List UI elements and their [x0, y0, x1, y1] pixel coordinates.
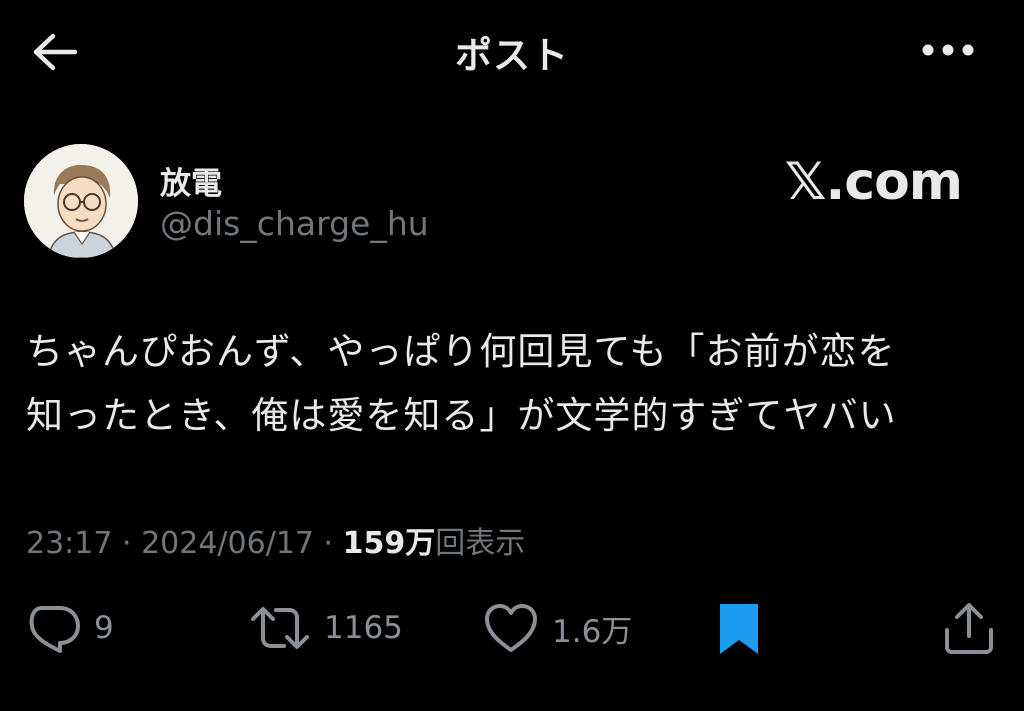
repost-icon	[251, 607, 309, 649]
tweet-text-line: 知ったとき、俺は愛を知る」が文学的すぎてヤバい	[26, 394, 897, 437]
tweet-date[interactable]: 2024/06/17	[141, 526, 314, 561]
reply-button[interactable]: 9	[24, 592, 114, 664]
like-count: 1.6万	[552, 613, 633, 650]
top-bar: ポスト	[0, 0, 1024, 100]
more-icon	[922, 44, 974, 56]
views-count[interactable]: 159万	[343, 526, 436, 561]
repost-count: 1165	[324, 610, 403, 646]
meta-separator: ·	[314, 526, 343, 561]
views-label: 回表示	[435, 526, 526, 561]
bookmark-button[interactable]	[714, 592, 764, 664]
like-icon	[485, 604, 537, 652]
author-display-name[interactable]: 放電	[160, 158, 222, 203]
share-button[interactable]	[940, 592, 998, 664]
repost-button[interactable]: 1165	[248, 592, 403, 664]
more-button[interactable]	[918, 30, 978, 70]
avatar-illustration	[24, 144, 138, 258]
bookmark-icon	[720, 604, 758, 654]
tweet-text-line: ちゃんぴおんず、やっぱり何回見ても「お前が恋を	[26, 330, 896, 373]
page-title: ポスト	[455, 34, 569, 77]
reply-count: 9	[94, 610, 114, 646]
author-handle[interactable]: @dis_charge_hu	[160, 204, 429, 243]
like-button[interactable]: 1.6万	[482, 592, 632, 664]
tweet-text: ちゃんぴおんず、やっぱり何回見ても「お前が恋を 知ったとき、俺は愛を知る」が文学…	[26, 320, 1006, 448]
x-com-watermark: 𝕏.com	[784, 152, 963, 212]
reply-icon	[29, 606, 80, 653]
action-bar: 9 1165 1.6万	[0, 592, 1024, 672]
tweet-time[interactable]: 23:17	[26, 526, 112, 561]
share-icon	[945, 603, 993, 654]
tweet-meta: 23:17 · 2024/06/17 · 159万回表示	[26, 518, 525, 562]
avatar[interactable]	[24, 144, 138, 258]
meta-separator: ·	[112, 526, 142, 561]
